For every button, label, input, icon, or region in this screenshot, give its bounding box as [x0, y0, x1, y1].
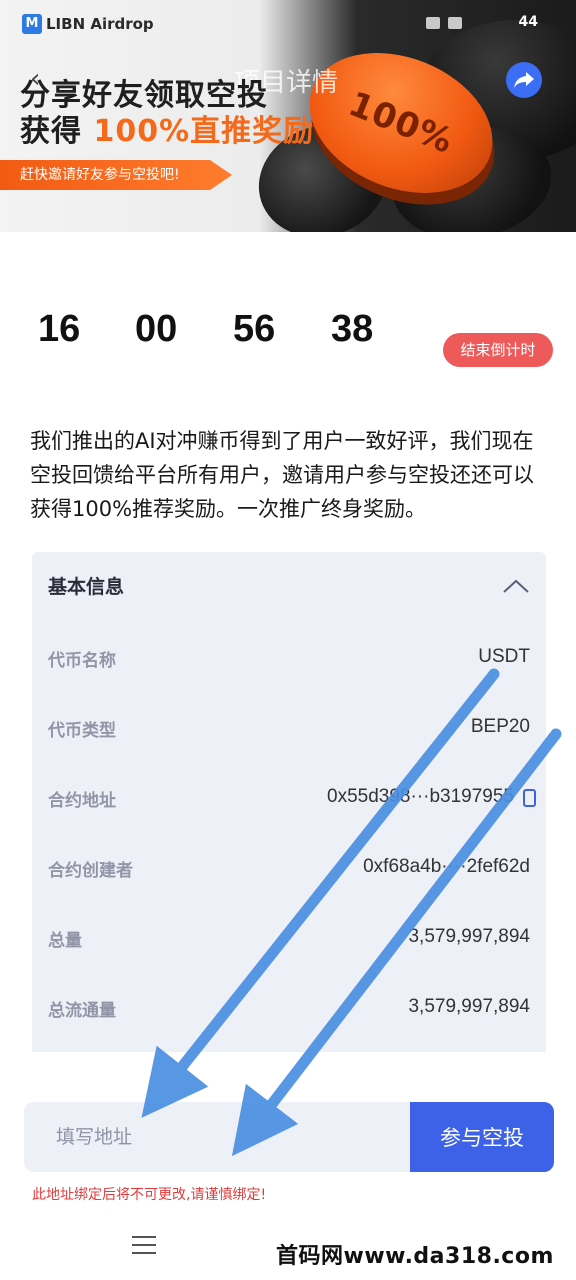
info-row-total-supply: 总量 3,579,997,894	[48, 926, 530, 956]
battery-level: 44	[518, 14, 538, 30]
wifi-icon	[448, 17, 462, 29]
info-row-circulating-supply: 总流通量 3,579,997,894	[48, 996, 530, 1026]
countdown-badge: 结束倒计时	[443, 333, 553, 367]
banner-subheadline-prefix: 获得	[20, 114, 94, 149]
promo-banner: 100% M LIBN Airdrop 44 ‹ 项目详情 分享好友领取空投 获…	[0, 0, 576, 232]
info-label: 合约地址	[48, 791, 116, 811]
share-icon	[514, 72, 534, 88]
project-description: 我们推出的AI对冲赚币得到了用户一致好评，我们现在空投回馈给平台所有用户，邀请用…	[30, 429, 534, 521]
banner-subheadline: 获得 100%直推奖励	[20, 106, 314, 150]
info-row-token-name: 代币名称 USDT	[48, 646, 530, 676]
banner-subheadline-accent: 100%直推奖励	[93, 114, 315, 149]
info-label: 合约创建者	[48, 861, 133, 881]
info-value: USDT	[478, 646, 530, 667]
watermark: 首码网www.da318.com	[276, 1244, 554, 1269]
menu-icon[interactable]	[132, 1236, 156, 1256]
countdown-hours: 00	[135, 308, 178, 350]
countdown-minutes: 56	[233, 308, 276, 350]
app-logo-icon: M	[22, 14, 42, 34]
info-value: BEP20	[470, 716, 530, 737]
address-warning: 此地址绑定后将不可更改,请谨慎绑定!	[32, 1187, 267, 1203]
info-row-contract-creator: 合约创建者 0xf68a4b····2fef62d	[48, 856, 530, 886]
coin-label: 100%	[342, 84, 460, 162]
info-label: 总量	[48, 931, 82, 951]
signal-icon	[426, 17, 440, 29]
countdown-days: 16	[38, 308, 81, 350]
address-form: 参与空投	[24, 1102, 554, 1172]
info-label: 总流通量	[48, 1001, 116, 1021]
info-value: 3,579,997,894	[408, 926, 530, 947]
page-root: 100% M LIBN Airdrop 44 ‹ 项目详情 分享好友领取空投 获…	[0, 0, 576, 1280]
chevron-up-icon[interactable]	[502, 578, 530, 594]
info-row-token-type: 代币类型 BEP20	[48, 716, 530, 746]
info-row-contract-address: 合约地址 0x55d398···b3197955	[48, 786, 536, 816]
countdown-seconds: 38	[331, 308, 374, 350]
copy-icon[interactable]	[522, 788, 538, 808]
info-value: 0x55d398···b3197955	[327, 786, 514, 807]
status-icons	[426, 15, 496, 31]
card-title: 基本信息	[48, 576, 125, 598]
info-value: 3,579,997,894	[408, 996, 530, 1017]
share-button[interactable]	[506, 62, 542, 98]
info-value: 0xf68a4b····2fef62d	[363, 856, 530, 877]
info-label: 代币名称	[48, 651, 116, 671]
app-name: LIBN Airdrop	[46, 15, 154, 33]
info-label: 代币类型	[48, 721, 116, 741]
address-input[interactable]	[24, 1102, 410, 1172]
join-airdrop-button[interactable]: 参与空投	[410, 1102, 554, 1172]
basic-info-card: 基本信息 代币名称 USDT 代币类型 BEP20 合约地址 0x55d398·…	[32, 552, 546, 1052]
invite-ribbon: 赶快邀请好友参与空投吧!	[0, 160, 232, 190]
